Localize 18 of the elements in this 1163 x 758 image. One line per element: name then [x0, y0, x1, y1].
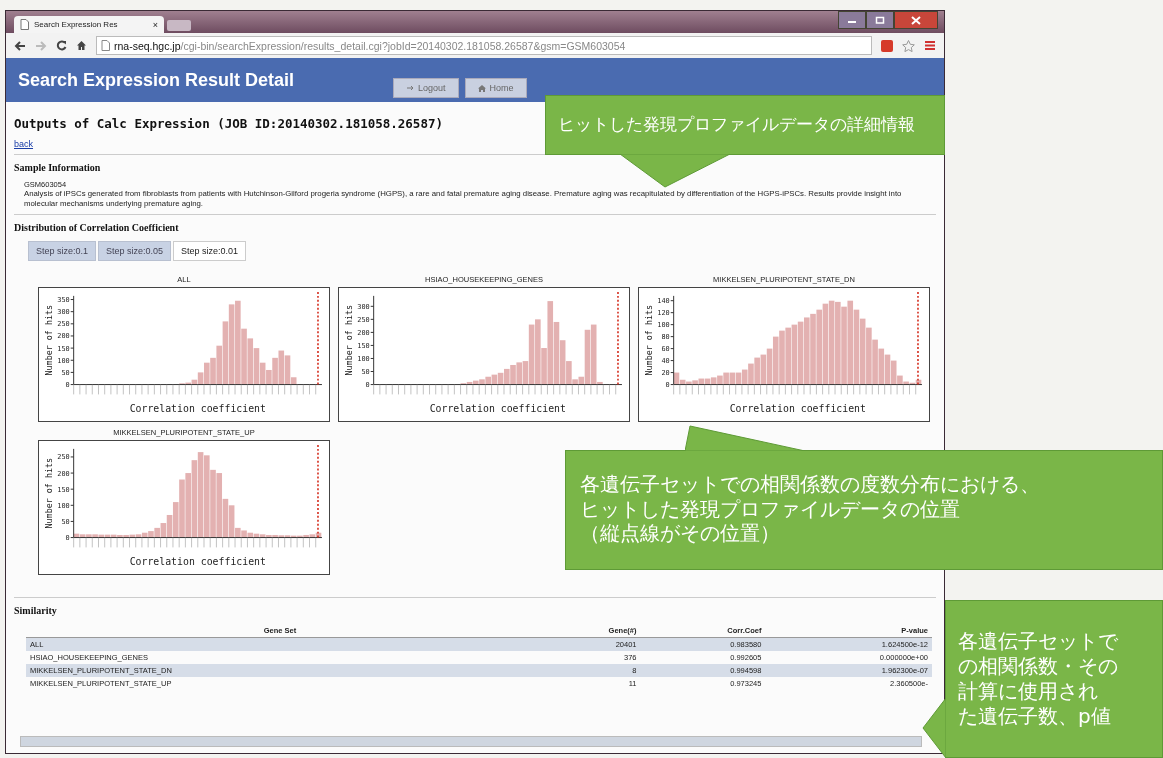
section-heading: Distribution of Correlation Coefficient [14, 222, 179, 234]
x-axis-label: Correlation coefficient [129, 556, 266, 568]
x-axis-label: Correlation coefficient [729, 403, 866, 415]
callout-text: 各遺伝子セットで の相関係数・その 計算に使用され た遺伝子数、p値 [958, 629, 1118, 729]
x-axis-label: Correlation coefficient [129, 403, 266, 415]
y-axis-label: Number of hits [44, 458, 54, 529]
y-axis-label: Number of hits [344, 305, 354, 376]
tab-title: Search Expression Res [34, 20, 118, 29]
callout-text: 各遺伝子セットでの相関係数の度数分布における、 ヒットした発現プロファイルデータの位置 （縦点線がその位置） [580, 473, 1040, 547]
callout-text: ヒットした発現プロファイルデータの詳細情報 [558, 114, 915, 136]
page-title: Outputs of Calc Expression (JOB ID:20140302.181058.26587) [14, 116, 443, 131]
section-heading: Similarity [14, 605, 57, 617]
url-text: rna-seq.hgc.jp/cgi-bin/searchExpression/results_detail.cgi?jobId=20140302.181058.26587&gsm=GSM603054 [114, 39, 626, 52]
x-axis-label: Correlation coefficient [429, 403, 566, 415]
y-axis-label: Number of hits [644, 305, 654, 376]
page-header-title: Search Expression Result Detail [18, 69, 296, 91]
y-axis-label: Number of hits [44, 305, 54, 376]
section-heading: Sample Information [14, 162, 101, 173]
